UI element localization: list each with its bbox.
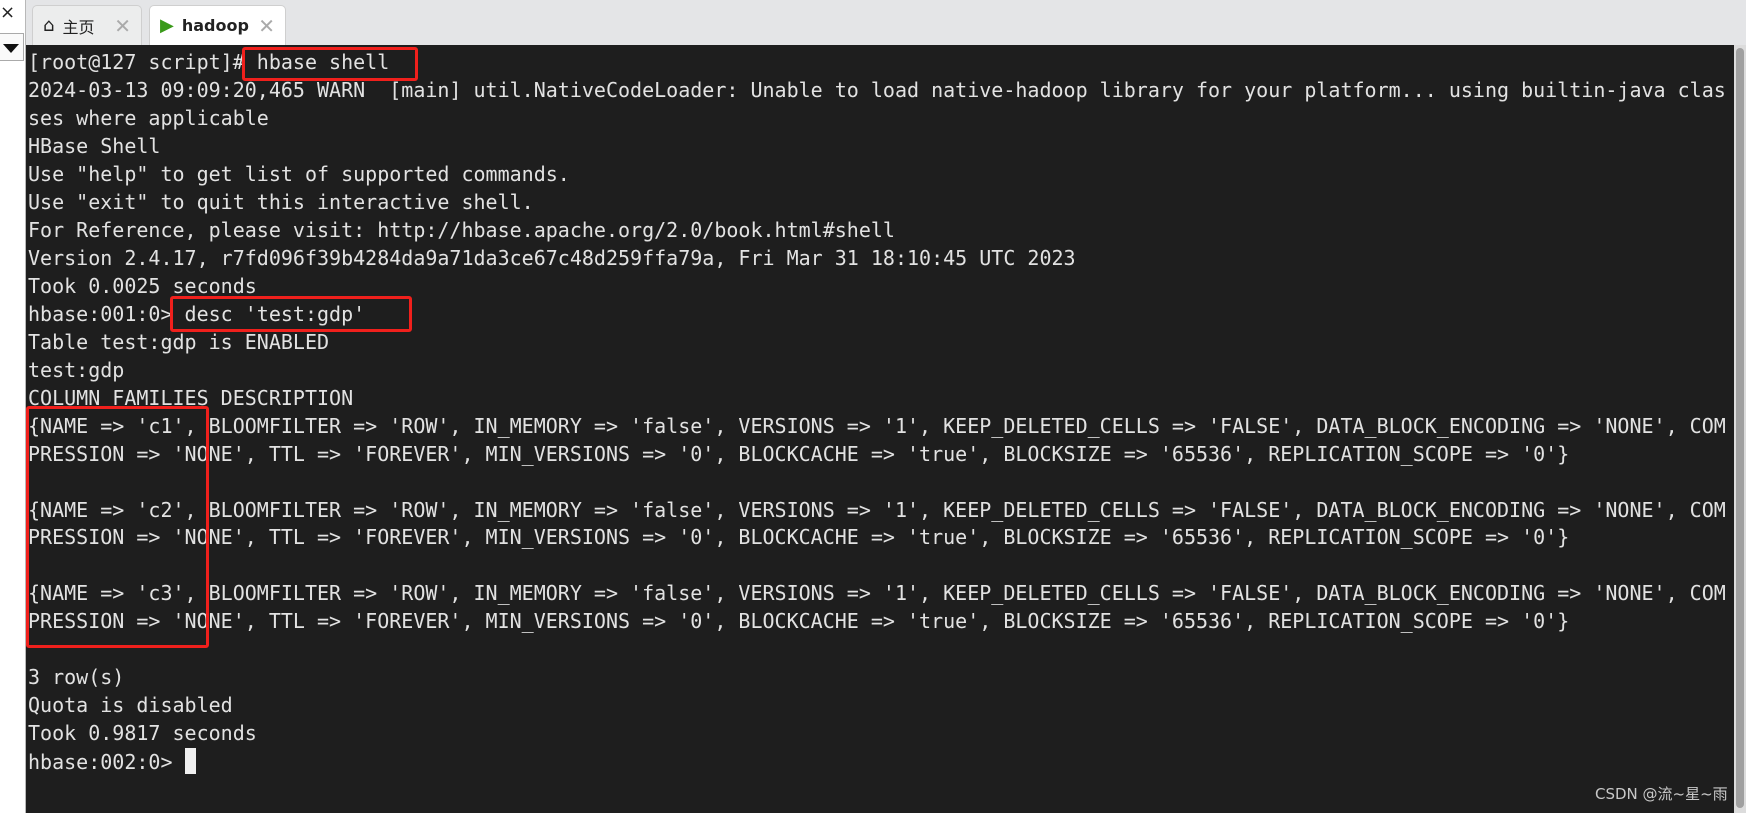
terminal-line: test:gdp [28, 357, 125, 382]
terminal-play-icon: ▶ [160, 15, 174, 36]
terminal-line: PRESSION => 'NONE', TTL => 'FOREVER', MI… [28, 609, 1570, 634]
scrollbar[interactable] [1734, 45, 1746, 813]
tab-label: hadoop [181, 16, 249, 35]
prompt-line: hbase:002:0> [28, 748, 1726, 777]
home-icon: ⌂ [43, 15, 55, 36]
watermark: CSDN @流~星~雨 [1595, 785, 1728, 803]
close-icon[interactable]: ✕ [114, 14, 131, 38]
terminal-line: Quota is disabled [28, 693, 233, 718]
terminal-line: Took 0.9817 seconds [28, 721, 257, 746]
terminal-line: Use "exit" to quit this interactive shel… [28, 189, 534, 214]
highlight-box [26, 406, 209, 648]
terminal-line: For Reference, please visit: http://hbas… [28, 217, 895, 242]
dropdown-button[interactable] [0, 33, 24, 61]
left-pane: × [0, 0, 26, 813]
terminal-line: Table test:gdp is ENABLED [28, 329, 330, 354]
terminal-line: {NAME => 'c1', BLOOMFILTER => 'ROW', IN_… [28, 413, 1726, 438]
terminal-line: Version 2.4.17, r7fd096f39b4284da9a71da3… [28, 245, 1076, 270]
highlight-box [170, 296, 412, 332]
close-icon[interactable]: ✕ [258, 14, 275, 38]
tab-bar: ⌂ 主页 ✕ ▶ hadoop ✕ [26, 0, 1746, 45]
terminal-line: ses where applicable [28, 105, 269, 130]
terminal[interactable]: [root@127 script]# hbase shell 2024-03-13… [26, 45, 1734, 813]
cursor [184, 748, 196, 775]
highlight-box [242, 47, 418, 81]
terminal-line: HBase Shell [28, 133, 161, 158]
prompt: hbase:002:0> [28, 750, 185, 775]
terminal-output: [root@127 script]# hbase shell 2024-03-13… [28, 49, 1726, 777]
tab-home[interactable]: ⌂ 主页 ✕ [32, 5, 142, 45]
tab-label: 主页 [62, 17, 95, 37]
tab-hadoop[interactable]: ▶ hadoop ✕ [149, 5, 286, 45]
terminal-line: 3 row(s) [28, 665, 125, 690]
terminal-line: PRESSION => 'NONE', TTL => 'FOREVER', MI… [28, 441, 1570, 466]
terminal-line: Use "help" to get list of supported comm… [28, 161, 570, 186]
scrollbar-thumb[interactable] [1736, 48, 1744, 808]
terminal-line: PRESSION => 'NONE', TTL => 'FOREVER', MI… [28, 525, 1570, 550]
close-icon[interactable]: × [0, 2, 15, 23]
terminal-line: 2024-03-13 09:09:20,465 WARN [main] util… [28, 77, 1726, 102]
terminal-line: {NAME => 'c2', BLOOMFILTER => 'ROW', IN_… [28, 497, 1726, 522]
terminal-line: COLUMN FAMILIES DESCRIPTION [28, 385, 354, 410]
terminal-line: {NAME => 'c3', BLOOMFILTER => 'ROW', IN_… [28, 581, 1726, 606]
